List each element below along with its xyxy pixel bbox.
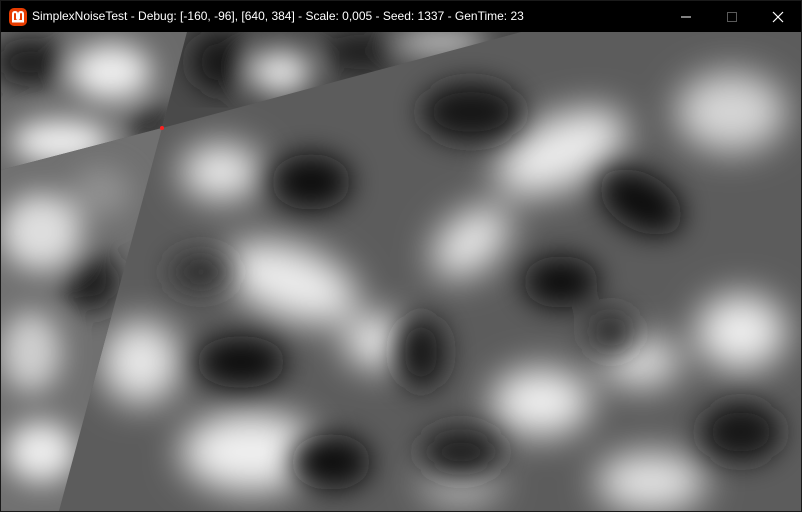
close-icon (772, 11, 784, 22)
debug-marker (160, 126, 164, 130)
minimize-icon (681, 16, 691, 17)
monogame-icon (9, 7, 27, 26)
window-controls (663, 1, 801, 32)
title-bar[interactable]: SimplexNoiseTest - Debug: [-160, -96], [… (1, 1, 801, 32)
app-window: SimplexNoiseTest - Debug: [-160, -96], [… (0, 0, 802, 512)
maximize-button[interactable] (709, 1, 755, 32)
maximize-icon (727, 11, 737, 22)
window-title: SimplexNoiseTest - Debug: [-160, -96], [… (32, 9, 524, 23)
minimize-button[interactable] (663, 1, 709, 32)
close-button[interactable] (755, 1, 801, 32)
noise-canvas[interactable] (1, 32, 801, 511)
noise-image (1, 32, 801, 511)
